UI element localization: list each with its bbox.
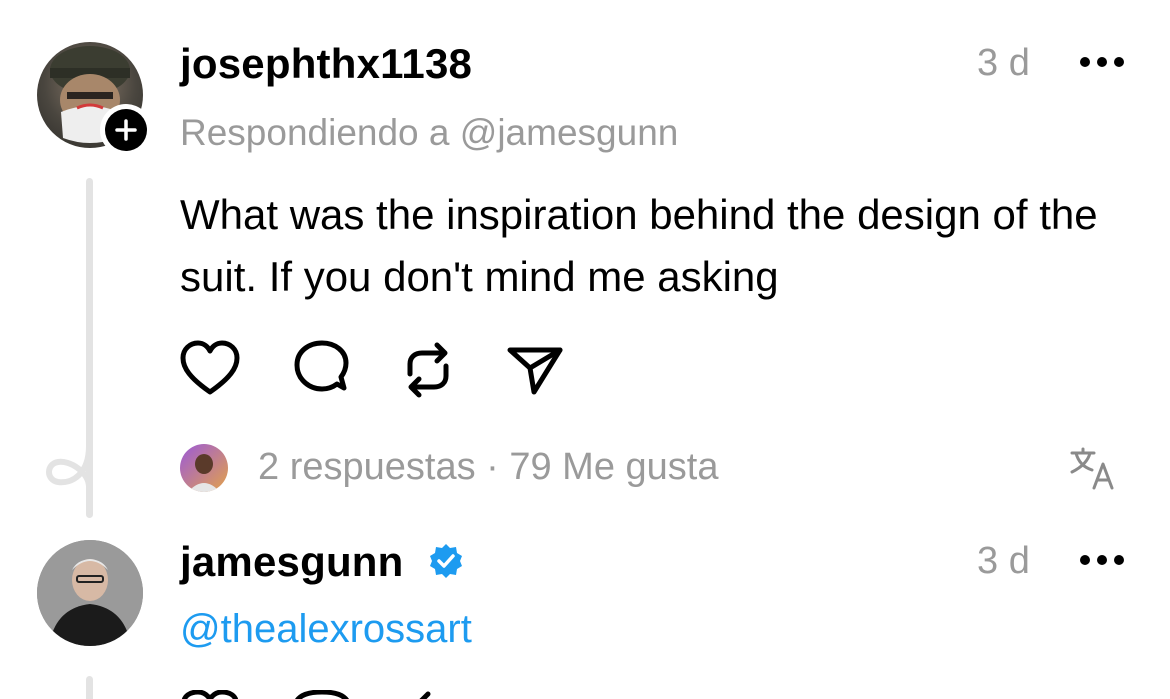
thread-connector-line-2	[86, 676, 93, 699]
post-time: 3 d	[977, 540, 1030, 582]
username[interactable]: jamesgunn	[180, 538, 404, 586]
verified-badge-icon	[430, 544, 462, 578]
heart-icon[interactable]	[180, 340, 240, 400]
send-icon[interactable]	[506, 340, 566, 400]
translate-icon[interactable]	[1068, 446, 1116, 490]
avatar-photo	[37, 540, 143, 646]
post-text: What was the inspiration behind the desi…	[180, 191, 1098, 300]
mention-link[interactable]: @thealexrossart	[180, 607, 472, 652]
username[interactable]: josephthx1138	[180, 40, 472, 88]
post-time: 3 d	[977, 42, 1030, 84]
reply-like-stats[interactable]: 2 respuestas · 79 Me gusta	[258, 446, 718, 489]
thread-loop-icon	[46, 444, 92, 488]
repost-icon[interactable]	[398, 340, 458, 400]
thread-view: josephthx1138 3 d Respondiendo a @jamesg…	[0, 0, 1170, 699]
reply-to-label[interactable]: Respondiendo a @jamesgunn	[180, 112, 678, 154]
follow-button[interactable]	[100, 104, 152, 156]
plus-icon	[105, 109, 147, 151]
replier-avatar	[180, 444, 228, 492]
more-icon[interactable]	[1080, 555, 1124, 567]
next-post-actions-partial	[181, 690, 431, 699]
avatar[interactable]	[37, 540, 143, 646]
comment-icon[interactable]	[292, 340, 352, 400]
more-icon[interactable]	[1080, 57, 1124, 69]
